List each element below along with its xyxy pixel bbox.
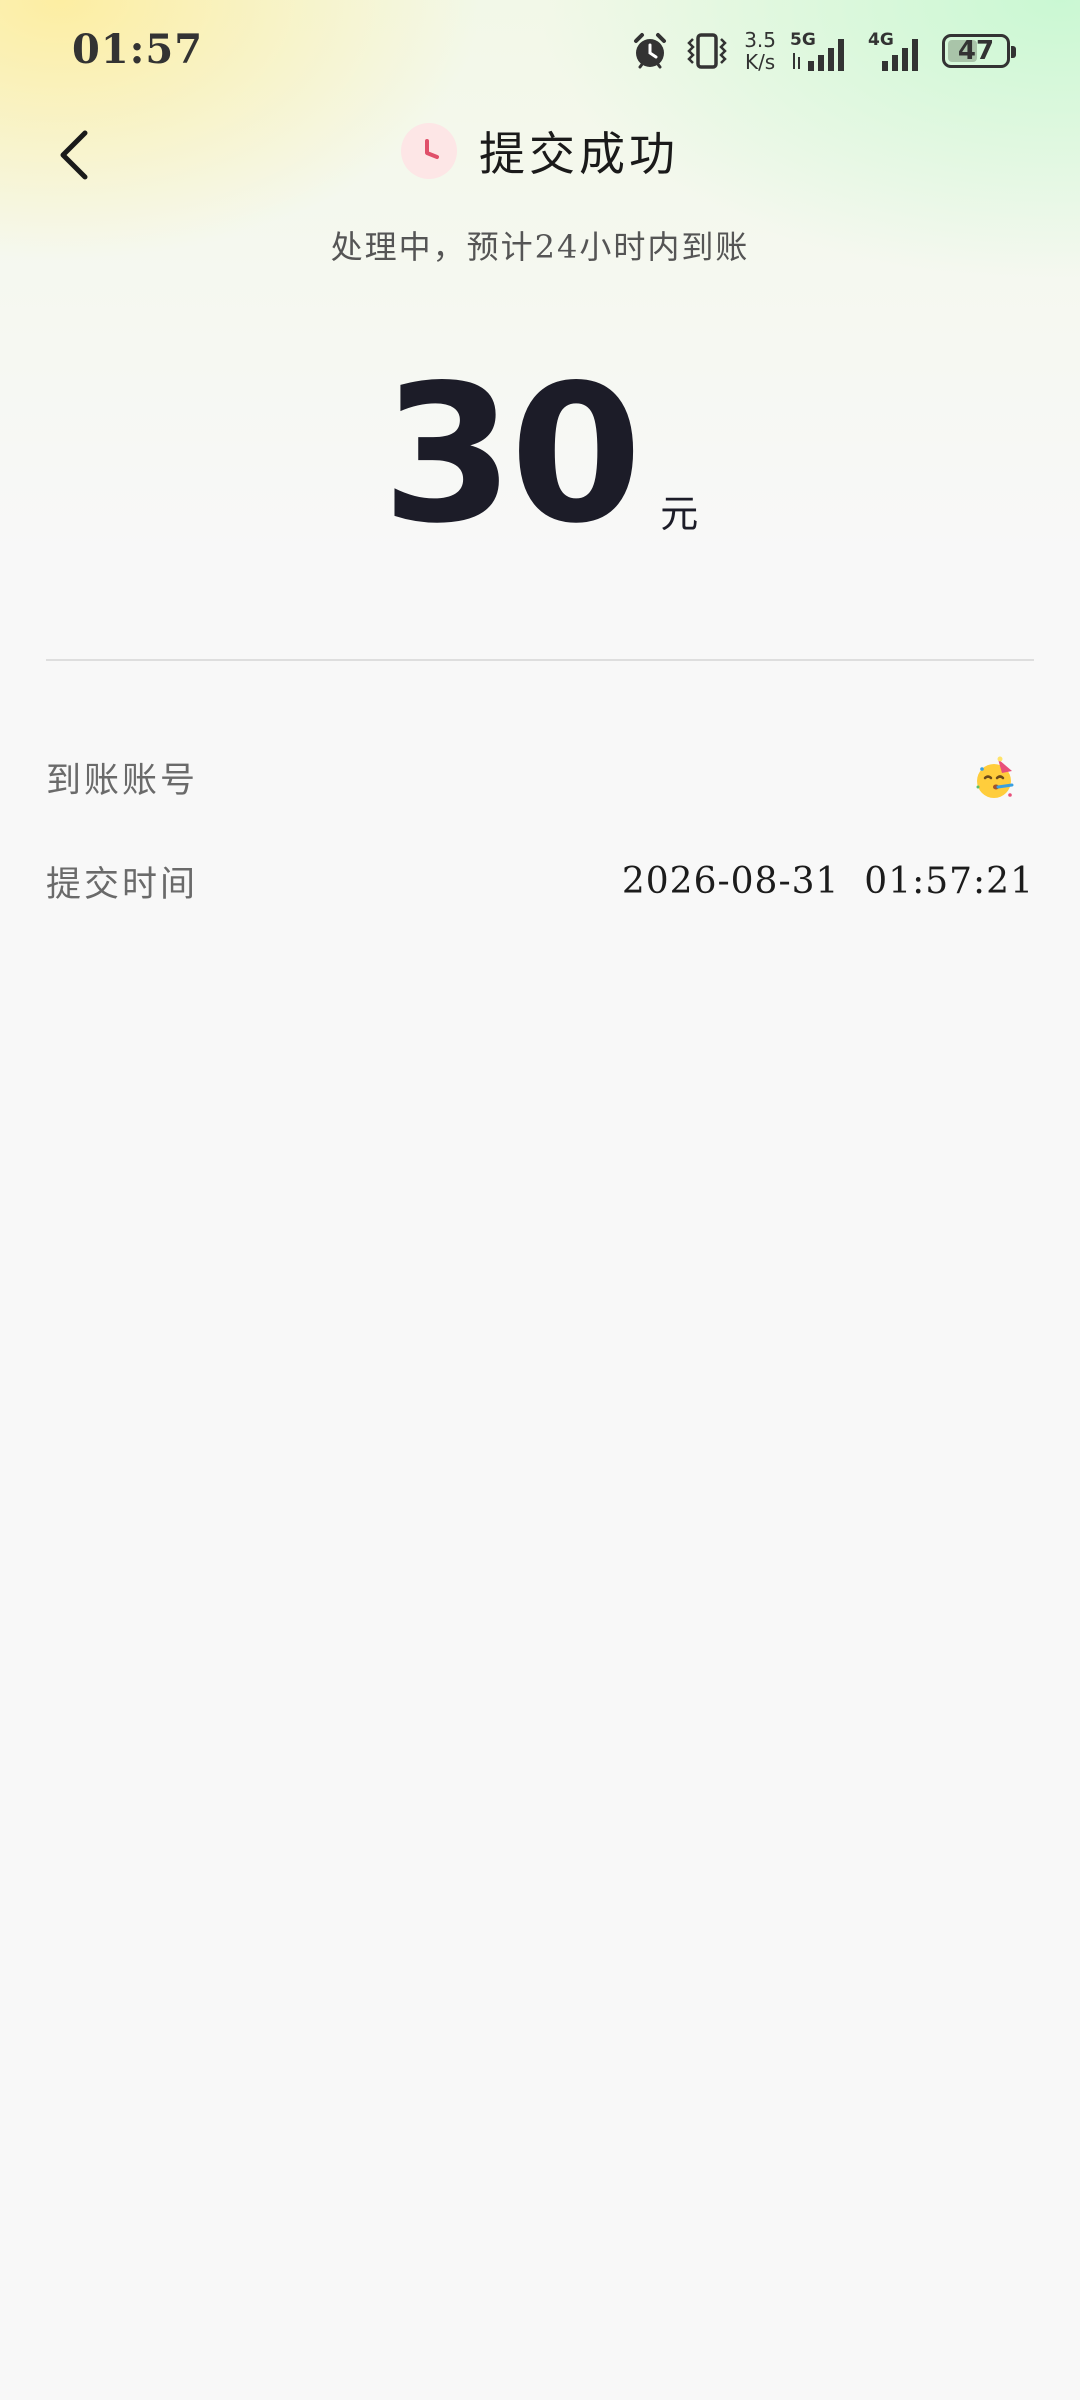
network-speed: 3.5 K/s: [744, 28, 776, 74]
amount-unit: 元: [660, 492, 699, 536]
amount-value: 30: [381, 344, 642, 565]
detail-row-account: 到账账号: [46, 752, 1034, 803]
account-label: 到账账号: [46, 761, 199, 801]
clock-icon: [401, 123, 457, 179]
signal-4g-icon: 4G: [868, 29, 928, 73]
party-face-emoji-icon: [972, 755, 1018, 801]
detail-row-submit-time: 提交时间 2026-08-31 01:57:21: [46, 856, 1034, 907]
vibrate-icon: [684, 31, 730, 71]
amount-display: 30 元: [0, 360, 1080, 550]
submit-time-label: 提交时间: [46, 865, 199, 905]
battery-icon: 47: [942, 34, 1016, 68]
signal-5g-icon: 5G: [790, 29, 854, 73]
status-icons: 3.5 K/s 5G 4G 47: [630, 26, 1016, 76]
svg-text:5G: 5G: [790, 30, 816, 50]
submit-time-value: 2026-08-31 01:57:21: [621, 861, 1034, 902]
status-bar: 01:57 3.5 K/s 5G 4G 47: [0, 0, 1080, 100]
alarm-icon: [630, 31, 670, 71]
page-title: 提交成功: [479, 127, 679, 181]
title-row: 提交成功: [0, 118, 1080, 184]
divider: [46, 659, 1034, 661]
status-time: 01:57: [72, 26, 204, 73]
svg-text:4G: 4G: [868, 30, 894, 50]
processing-subtitle: 处理中，预计24小时内到账: [330, 228, 750, 266]
battery-level: 47: [957, 36, 995, 66]
